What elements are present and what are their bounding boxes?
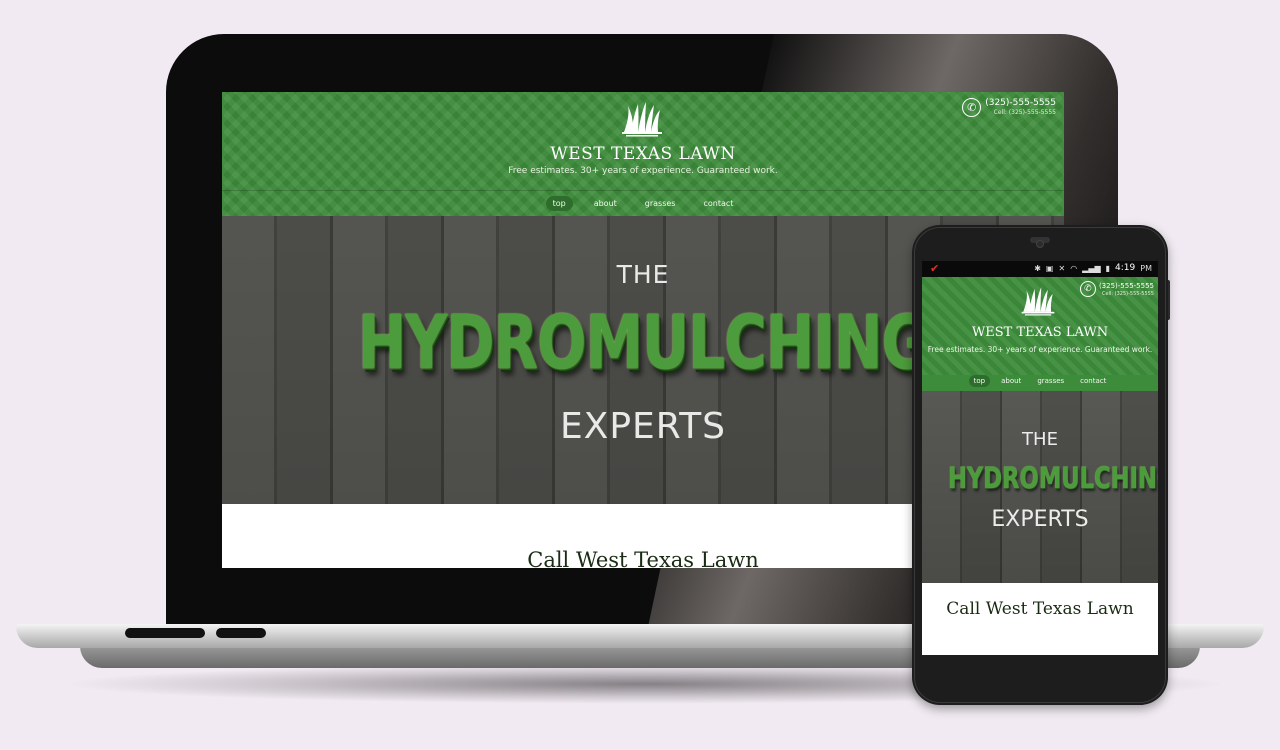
nfc-icon: ▣ bbox=[1045, 263, 1054, 273]
nav-top[interactable]: top bbox=[545, 196, 573, 211]
hero-the: THE bbox=[1022, 429, 1058, 450]
grass-logo-icon[interactable] bbox=[1020, 287, 1056, 317]
cell-number[interactable]: Cell: (325)-555-5555 bbox=[994, 109, 1056, 117]
laptop-hinge-slot bbox=[125, 628, 205, 638]
bluetooth-icon: ✱ bbox=[1034, 263, 1041, 273]
grass-logo-icon[interactable] bbox=[620, 102, 664, 138]
phone-number[interactable]: (325)-555-5555 bbox=[985, 98, 1056, 109]
status-ampm: PM bbox=[1140, 263, 1152, 273]
mobile-content-section: Call West Texas Lawn bbox=[922, 583, 1158, 655]
nav-about[interactable]: about bbox=[996, 375, 1026, 387]
nav-grasses[interactable]: grasses bbox=[1032, 375, 1069, 387]
call-heading: Call West Texas Lawn bbox=[946, 599, 1134, 619]
main-nav: top about grasses contact bbox=[222, 196, 1064, 211]
wifi-icon: ◠ bbox=[1070, 263, 1078, 273]
signal-icon: ▂▄▆ bbox=[1082, 263, 1101, 273]
hero-headline: HYDROMULCHING bbox=[357, 300, 929, 386]
site-header: ✆ (325)-555-5555 Cell: (325)-555-5555 WE… bbox=[222, 92, 1064, 216]
nav-about[interactable]: about bbox=[587, 196, 624, 211]
mobile-site-title: WEST TEXAS LAWN bbox=[971, 325, 1109, 340]
mobile-site-header: ✆ (325)-555-5555 Cell: (325)-555-5555 WE… bbox=[922, 277, 1158, 375]
cell-number[interactable]: Cell: (325)-555-5555 bbox=[1102, 291, 1154, 297]
phone-number[interactable]: (325)-555-5555 bbox=[1099, 282, 1154, 291]
nav-top[interactable]: top bbox=[968, 375, 991, 387]
laptop-hinge-slot bbox=[216, 628, 266, 638]
header-phone[interactable]: ✆ (325)-555-5555 Cell: (325)-555-5555 bbox=[962, 98, 1056, 117]
phone-icon: ✆ bbox=[1079, 281, 1096, 297]
mute-icon: ✕ bbox=[1058, 263, 1066, 273]
phone-icon: ✆ bbox=[962, 98, 982, 117]
site-tagline: Free estimates. 30+ years of experience.… bbox=[508, 166, 778, 176]
mobile-nav: top about grasses contact bbox=[922, 375, 1158, 391]
mobile-header-phone[interactable]: ✆ (325)-555-5555 Cell: (325)-555-5555 bbox=[1079, 281, 1154, 297]
mobile-hero-banner: THE HYDROMULCHING EXPERTS bbox=[922, 391, 1158, 583]
mobile-site-tagline: Free estimates. 30+ years of experience.… bbox=[927, 345, 1153, 354]
battery-icon: ▮ bbox=[1105, 263, 1111, 273]
nav-contact[interactable]: contact bbox=[696, 196, 740, 211]
hero-headline: HYDROMULCHING bbox=[947, 461, 1158, 495]
hero-experts: EXPERTS bbox=[991, 507, 1089, 532]
header-divider bbox=[222, 190, 1064, 191]
site-title: WEST TEXAS LAWN bbox=[550, 144, 736, 164]
nav-contact[interactable]: contact bbox=[1075, 375, 1111, 387]
check-icon: ✔ bbox=[930, 262, 940, 275]
phone-screen: ✔ ✱ ▣ ✕ ◠ ▂▄▆ ▮ 4:19 PM ✆ (325)-555-5555… bbox=[922, 261, 1158, 655]
status-time: 4:19 bbox=[1115, 263, 1136, 273]
smartphone: ✔ ✱ ▣ ✕ ◠ ▂▄▆ ▮ 4:19 PM ✆ (325)-555-5555… bbox=[912, 225, 1168, 705]
status-bar: ✔ ✱ ▣ ✕ ◠ ▂▄▆ ▮ 4:19 PM bbox=[922, 261, 1158, 277]
front-camera-icon bbox=[1036, 240, 1044, 248]
nav-grasses[interactable]: grasses bbox=[638, 196, 683, 211]
